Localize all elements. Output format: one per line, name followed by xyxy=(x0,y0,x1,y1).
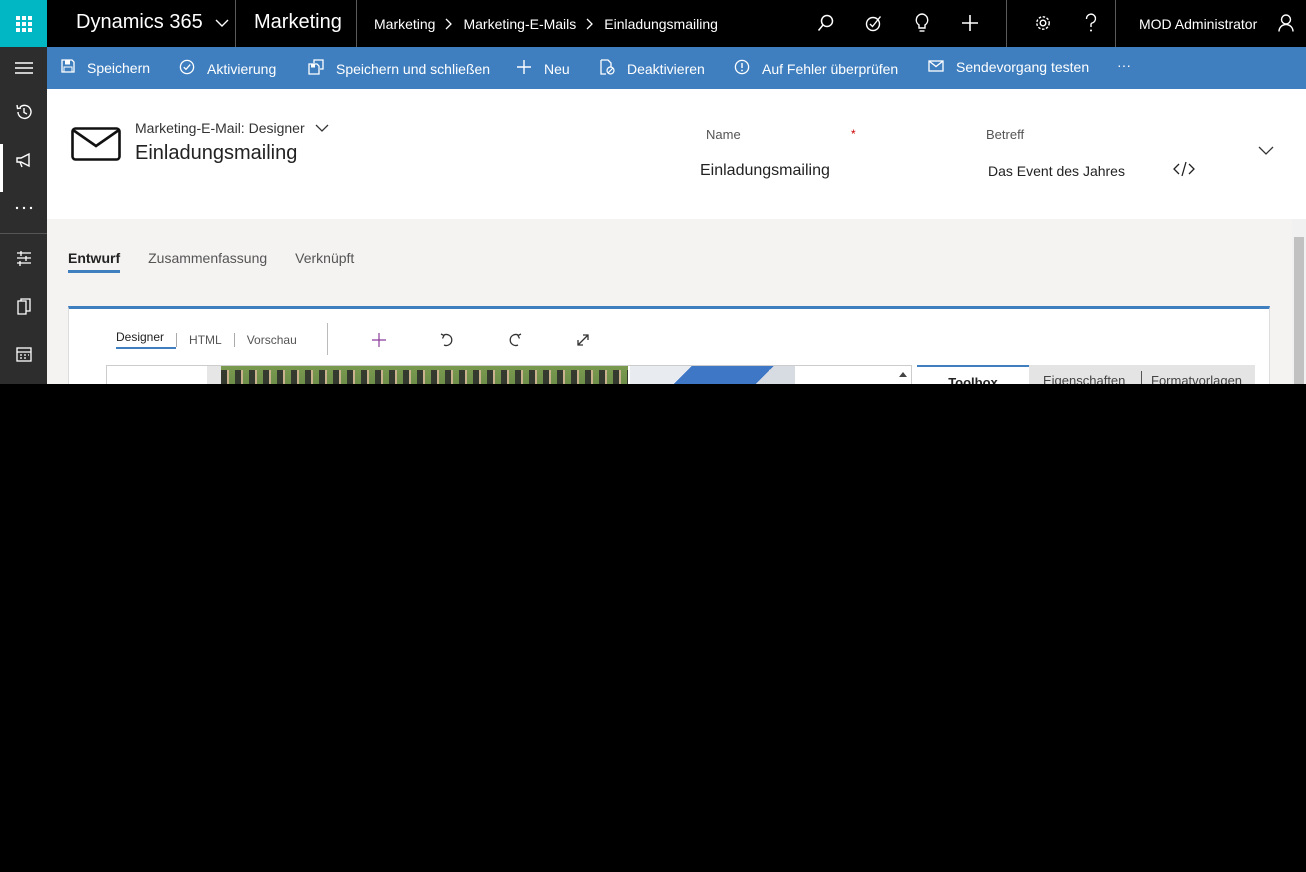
tab-preview[interactable]: Vorschau xyxy=(235,333,309,347)
tab-toolbox[interactable]: Toolbox xyxy=(917,365,1029,384)
help-icon[interactable] xyxy=(1080,12,1102,34)
email-canvas[interactable] xyxy=(106,365,912,384)
name-field-label: Name xyxy=(706,127,741,142)
divider xyxy=(0,233,47,234)
record-header: Marketing-E-Mail: Designer Einladungsmai… xyxy=(47,89,1306,219)
command-bar: Speichern Aktivierung Speichern und schl… xyxy=(47,47,1306,89)
test-send-label: Sendevorgang testen xyxy=(956,59,1090,75)
user-name[interactable]: MOD Administrator xyxy=(1139,16,1257,32)
entity-kind-label: Marketing-E-Mail: Designer xyxy=(135,120,305,136)
breadcrumb-item-marketing-emails[interactable]: Marketing-E-Mails xyxy=(463,16,576,32)
calendar-icon[interactable] xyxy=(0,334,47,374)
envelope-icon xyxy=(71,127,121,166)
tab-verknuepft[interactable]: Verknüpft xyxy=(295,250,354,273)
scroll-up-arrow-icon[interactable] xyxy=(895,366,911,382)
divider xyxy=(327,323,328,355)
recent-icon[interactable] xyxy=(0,92,47,132)
breadcrumb: Marketing Marketing-E-Mails Einladungsma… xyxy=(374,16,718,32)
document-deactivate-icon xyxy=(599,59,615,78)
app-switcher[interactable]: Dynamics 365 xyxy=(76,11,229,34)
subject-field-label: Betreff xyxy=(986,127,1025,142)
info-circle-icon xyxy=(734,59,750,78)
pages-icon[interactable] xyxy=(0,286,47,326)
tab-designer[interactable]: Designer xyxy=(116,330,177,349)
deactivate-label: Deaktivieren xyxy=(627,60,705,77)
divider xyxy=(1141,371,1142,384)
check-circle-icon xyxy=(179,59,195,78)
app-launcher-icon[interactable] xyxy=(0,0,47,47)
save-label: Speichern xyxy=(87,59,151,76)
top-navigation-bar: Dynamics 365 Marketing Marketing Marketi… xyxy=(0,0,1306,47)
scrollbar-thumb[interactable] xyxy=(1294,237,1304,384)
more-commands-button[interactable]: ··· xyxy=(1117,57,1131,73)
activate-button[interactable]: Aktivierung xyxy=(179,59,276,78)
tab-styles[interactable]: Formatvorlagen xyxy=(1151,373,1242,384)
task-flow-icon[interactable] xyxy=(863,12,885,34)
segments-icon[interactable] xyxy=(0,238,47,278)
app-name: Dynamics 365 xyxy=(76,11,203,33)
chevron-down-icon xyxy=(215,11,229,34)
more-icon[interactable] xyxy=(0,188,47,228)
person-icon[interactable] xyxy=(1275,12,1297,34)
chevron-right-icon xyxy=(445,18,453,30)
people-in-photo xyxy=(221,370,628,384)
plus-icon xyxy=(516,59,532,78)
tab-zusammenfassung[interactable]: Zusammenfassung xyxy=(148,250,267,273)
designer-panel: Designer HTML Vorschau Toolbox Eigenscha… xyxy=(68,306,1270,384)
name-field[interactable]: Einladungsmailing xyxy=(700,162,830,180)
tab-html[interactable]: HTML xyxy=(177,333,234,347)
tab-properties[interactable]: Eigenschaften xyxy=(1043,373,1125,384)
megaphone-icon[interactable] xyxy=(0,140,47,192)
check-errors-label: Auf Fehler überprüfen xyxy=(762,60,899,77)
add-icon[interactable] xyxy=(371,332,387,348)
blank-area xyxy=(0,384,1306,872)
personalize-code-icon[interactable] xyxy=(1173,161,1195,182)
subject-field[interactable]: Das Event des Jahres xyxy=(988,163,1125,179)
form-tabs: Entwurf Zusammenfassung Verknüpft xyxy=(68,250,354,273)
canvas-margin xyxy=(207,366,221,384)
hamburger-icon[interactable] xyxy=(0,48,47,88)
breadcrumb-item-marketing[interactable]: Marketing xyxy=(374,16,435,32)
page-scrollbar[interactable] xyxy=(1292,219,1306,384)
new-label: Neu xyxy=(544,60,570,77)
chevron-down-icon[interactable] xyxy=(1258,143,1274,161)
save-and-close-button[interactable]: Speichern und schließen xyxy=(308,59,490,78)
deactivate-button[interactable]: Deaktivieren xyxy=(599,59,705,78)
expand-icon[interactable] xyxy=(575,332,591,348)
test-send-button[interactable]: Sendevorgang testen xyxy=(928,59,1089,75)
gear-icon[interactable] xyxy=(1032,12,1054,34)
mail-icon xyxy=(928,59,944,75)
chevron-right-icon xyxy=(586,18,594,30)
tab-entwurf[interactable]: Entwurf xyxy=(68,250,121,273)
divider xyxy=(356,0,357,47)
new-button[interactable]: Neu xyxy=(516,59,570,78)
group-photo-image[interactable] xyxy=(221,366,628,384)
undo-icon[interactable] xyxy=(439,332,455,348)
sitemap-sidebar xyxy=(0,47,47,384)
more-icon: ··· xyxy=(1117,57,1131,73)
save-button[interactable]: Speichern xyxy=(61,59,150,76)
activate-label: Aktivierung xyxy=(207,60,277,77)
divider xyxy=(235,0,236,47)
page-title: Einladungsmailing xyxy=(135,142,298,164)
designer-view-tabs: Designer HTML Vorschau xyxy=(116,330,309,349)
save-icon xyxy=(61,59,75,76)
search-icon[interactable] xyxy=(815,12,837,34)
module-name[interactable]: Marketing xyxy=(254,11,342,34)
redo-icon[interactable] xyxy=(507,332,523,348)
designer-side-tabs: Toolbox Eigenschaften Formatvorlagen xyxy=(917,365,1255,384)
plus-icon[interactable] xyxy=(959,12,981,34)
chevron-down-icon xyxy=(315,120,329,136)
divider xyxy=(1006,0,1007,47)
lightbulb-icon[interactable] xyxy=(911,12,933,34)
check-errors-button[interactable]: Auf Fehler überprüfen xyxy=(734,59,898,78)
divider xyxy=(1115,0,1116,47)
required-indicator: * xyxy=(851,127,856,141)
app-window: Dynamics 365 Marketing Marketing Marketi… xyxy=(0,0,1306,384)
building-photo-image[interactable] xyxy=(630,366,795,384)
save-close-label: Speichern und schließen xyxy=(336,60,491,77)
breadcrumb-item-current: Einladungsmailing xyxy=(604,16,718,32)
form-selector[interactable]: Marketing-E-Mail: Designer xyxy=(135,120,329,136)
save-close-icon xyxy=(308,59,324,78)
